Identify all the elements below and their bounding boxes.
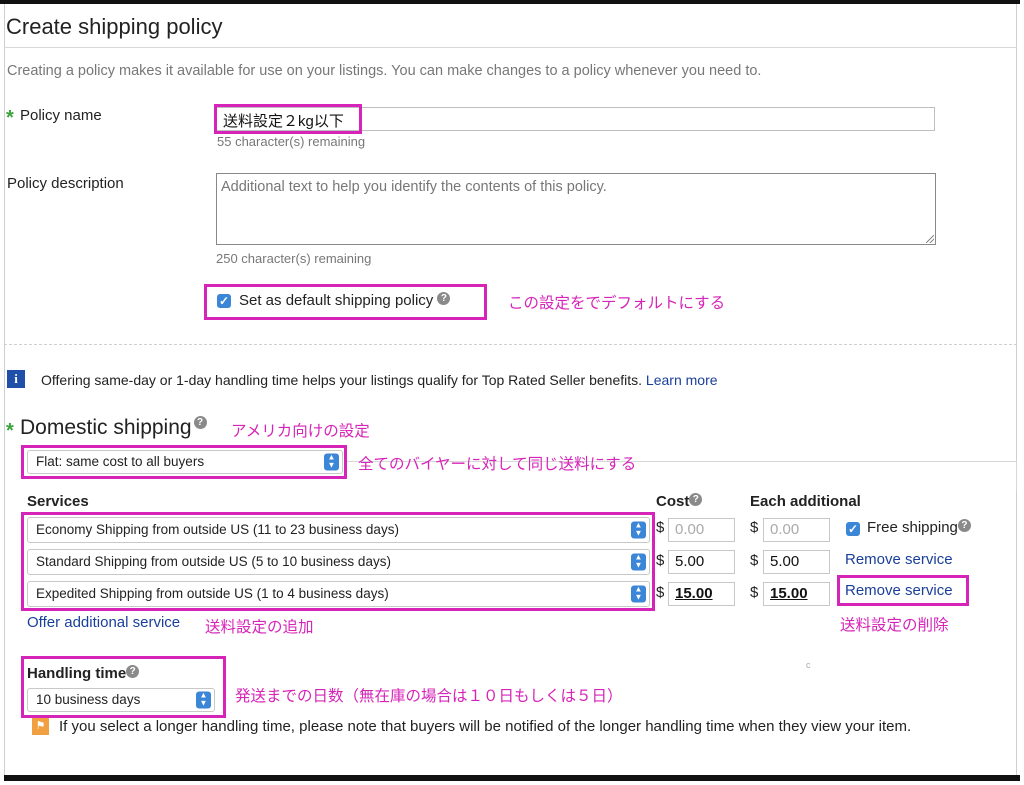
- handling-time-row: Handling time?: [27, 665, 140, 682]
- currency-symbol: $: [656, 584, 665, 601]
- question-circle-icon[interactable]: ?: [689, 493, 703, 506]
- cost-value: 0.00: [675, 521, 705, 538]
- info-banner-message: Offering same-day or 1-day handling time…: [41, 372, 643, 388]
- resize-handle-icon[interactable]: [926, 235, 934, 243]
- service-value: Economy Shipping from outside US (11 to …: [36, 522, 399, 537]
- annotation-flat: 全てのバイヤーに対して同じ送料にする: [358, 456, 637, 473]
- service-select[interactable]: Economy Shipping from outside US (11 to …: [27, 517, 650, 543]
- domestic-shipping-heading: Domestic shipping?: [20, 416, 207, 440]
- learn-more-link[interactable]: Learn more: [646, 372, 718, 388]
- handling-warning: If you select a longer handling time, pl…: [59, 718, 912, 735]
- handling-time-select[interactable]: 10 business days ▲ ▼: [27, 688, 215, 712]
- currency-symbol: $: [656, 519, 665, 536]
- window-top-border: [0, 0, 1020, 4]
- currency-symbol: $: [656, 552, 665, 569]
- services-header: Services: [27, 493, 89, 510]
- handling-time-label: Handling time: [27, 665, 127, 682]
- shipping-type-value: Flat: same cost to all buyers: [36, 454, 205, 469]
- chevron-updown-icon: ▲ ▼: [631, 553, 646, 571]
- service-select[interactable]: Expedited Shipping from outside US (1 to…: [27, 581, 650, 607]
- required-marker: *: [6, 107, 14, 129]
- annotation-box-policy-name: [214, 104, 362, 134]
- question-circle-icon[interactable]: ?: [126, 665, 140, 678]
- section-divider: [4, 344, 1017, 345]
- policy-name-label: Policy name: [20, 107, 102, 124]
- additional-cost-value: 15.00: [770, 585, 808, 602]
- window-bottom-border: [4, 775, 1020, 781]
- default-policy-checkbox[interactable]: ✓: [217, 294, 231, 308]
- policy-description-remaining: 250 character(s) remaining: [216, 251, 372, 266]
- additional-cost-input[interactable]: 5.00: [763, 550, 830, 574]
- window-left-border: [4, 4, 5, 779]
- chevron-updown-icon: ▲ ▼: [631, 585, 646, 603]
- title-divider: [4, 47, 1017, 48]
- annotation-domestic: アメリカ向けの設定: [231, 423, 370, 440]
- question-circle-icon[interactable]: ?: [957, 519, 971, 532]
- cost-header-row: Cost?: [656, 493, 703, 510]
- additional-cost-value: 5.00: [770, 553, 800, 570]
- info-banner-text: Offering same-day or 1-day handling time…: [41, 372, 718, 388]
- additional-cost-input[interactable]: 0.00: [763, 518, 830, 542]
- policy-description-textarea[interactable]: Additional text to help you identify the…: [216, 173, 936, 245]
- cost-value: 5.00: [675, 553, 705, 570]
- service-value: Standard Shipping from outside US (5 to …: [36, 554, 391, 569]
- question-circle-icon[interactable]: ?: [193, 416, 207, 429]
- free-shipping-row: Free shipping?: [867, 519, 971, 536]
- default-policy-label: Set as default shipping policy: [239, 292, 434, 309]
- currency-symbol: $: [750, 519, 759, 536]
- offer-additional-service-link[interactable]: Offer additional service: [27, 614, 180, 631]
- default-policy-row: Set as default shipping policy ?: [239, 292, 451, 309]
- additional-cost-value: 0.00: [770, 521, 800, 538]
- decorative-dot: c: [806, 660, 811, 670]
- shipping-type-select[interactable]: Flat: same cost to all buyers ▲ ▼: [27, 450, 343, 474]
- chevron-updown-icon: ▲ ▼: [324, 453, 339, 471]
- currency-symbol: $: [750, 584, 759, 601]
- annotation-add-service: 送料設定の追加: [205, 619, 314, 636]
- cost-value: 15.00: [675, 585, 713, 602]
- each-additional-header: Each additional: [750, 493, 861, 510]
- annotation-remove-service: 送料設定の削除: [840, 617, 949, 634]
- page-intro: Creating a policy makes it available for…: [7, 63, 762, 79]
- remove-service-link[interactable]: Remove service: [845, 582, 953, 599]
- window-right-border: [1016, 4, 1017, 779]
- info-icon: i: [7, 370, 25, 388]
- flag-icon: ⚑: [32, 718, 49, 735]
- chevron-updown-icon: ▲ ▼: [196, 691, 211, 709]
- question-circle-icon[interactable]: ?: [437, 292, 451, 305]
- service-select[interactable]: Standard Shipping from outside US (5 to …: [27, 549, 650, 575]
- cost-input[interactable]: 0.00: [668, 518, 735, 542]
- annotation-handling: 発送までの日数（無在庫の場合は１０日もしくは５日）: [235, 688, 623, 705]
- policy-name-remaining: 55 character(s) remaining: [217, 134, 366, 149]
- additional-cost-input[interactable]: 15.00: [763, 582, 830, 606]
- domestic-divider-edge: [1016, 461, 1017, 491]
- policy-description-label: Policy description: [7, 175, 124, 192]
- annotation-default: この設定をでデフォルトにする: [508, 295, 726, 312]
- cost-input[interactable]: 5.00: [668, 550, 735, 574]
- free-shipping-checkbox[interactable]: ✓: [846, 522, 860, 536]
- service-value: Expedited Shipping from outside US (1 to…: [36, 586, 389, 601]
- free-shipping-label: Free shipping: [867, 519, 958, 536]
- currency-symbol: $: [750, 552, 759, 569]
- required-marker: *: [6, 420, 14, 442]
- policy-description-placeholder: Additional text to help you identify the…: [221, 179, 607, 195]
- remove-service-link[interactable]: Remove service: [845, 551, 953, 568]
- cost-input[interactable]: 15.00: [668, 582, 735, 606]
- handling-time-value: 10 business days: [36, 692, 141, 707]
- page-title: Create shipping policy: [6, 14, 223, 39]
- chevron-updown-icon: ▲ ▼: [631, 521, 646, 539]
- domestic-shipping-title: Domestic shipping: [20, 416, 192, 439]
- cost-header: Cost: [656, 493, 690, 510]
